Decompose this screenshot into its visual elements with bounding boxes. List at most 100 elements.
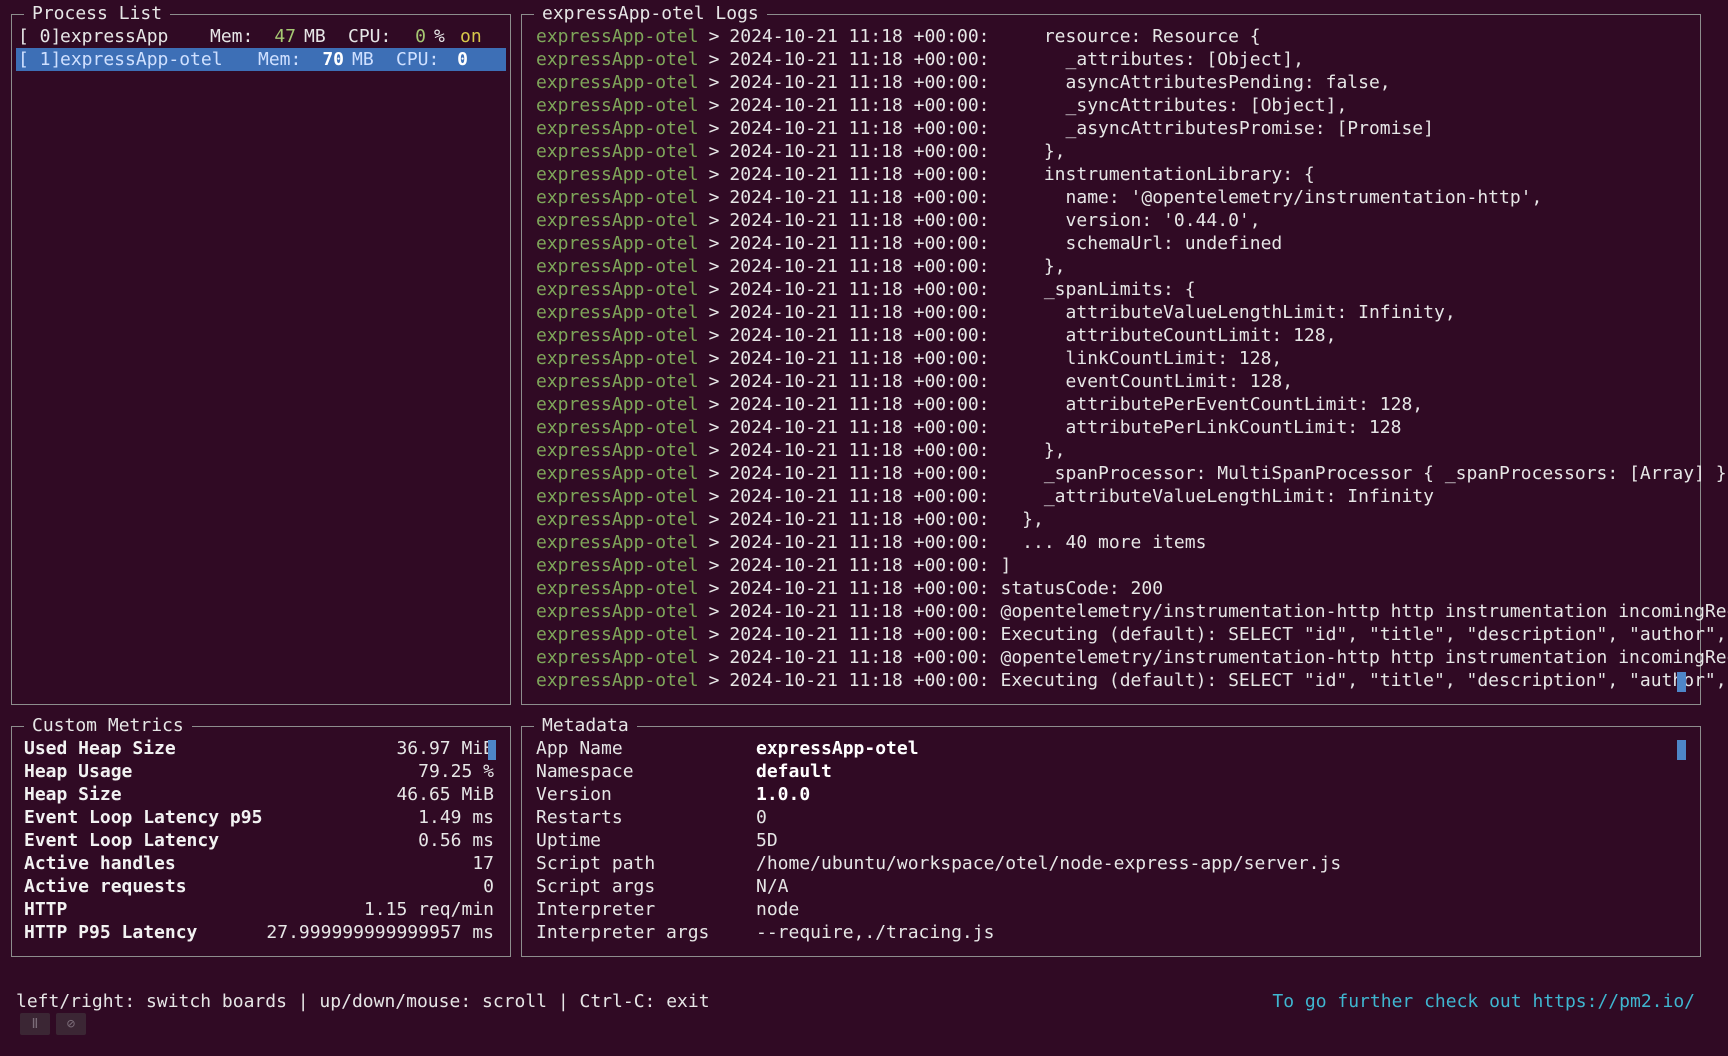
log-timestamp: 2024-10-21 11:18 +00:00: [729,509,990,530]
log-separator: > [708,256,720,277]
metadata-row: Namespace default [536,760,1686,783]
log-message: _spanProcessor: MultiSpanProcessor { _sp… [1000,463,1728,484]
log-message: schemaUrl: undefined [1000,233,1283,254]
keyboard-help: left/right: switch boards | up/down/mous… [16,991,710,1012]
log-separator: > [708,72,720,93]
cpu-unit: % [434,26,445,47]
metadata-row: App Name expressApp-otel [536,737,1686,760]
log-line: expressApp-otel >2024-10-21 11:18 +00:00:… [536,48,1686,71]
metadata-value: --require,./tracing.js [756,922,995,943]
log-app-name: expressApp-otel [536,72,699,93]
log-timestamp: 2024-10-21 11:18 +00:00: [729,440,990,461]
log-message: }, [1000,509,1044,530]
log-timestamp: 2024-10-21 11:18 +00:00: [729,164,990,185]
log-app-name: expressApp-otel [536,302,699,323]
metadata-row: Script path/home/ubuntu/workspace/otel/n… [536,852,1686,875]
log-timestamp: 2024-10-21 11:18 +00:00: [729,578,990,599]
metadata-key: Uptime [536,830,602,851]
metadata-value: node [756,899,800,920]
log-app-name: expressApp-otel [536,417,699,438]
log-separator: > [708,348,720,369]
metric-label: HTTP P95 Latency [24,922,198,943]
log-timestamp: 2024-10-21 11:18 +00:00: [729,210,990,231]
metric-row: HTTP P95 Latency 27.999999999999957 ms [24,921,494,944]
metric-label: HTTP [24,899,68,920]
mute-icon[interactable]: ⊘ [56,1013,86,1035]
metadata-title: Metadata [534,714,637,738]
metric-value: 17 [472,853,494,874]
mem-label: Mem: [210,26,254,47]
metadata-key: App Name [536,738,623,759]
custom-metrics-panel: Custom Metrics Used Heap Size 36.97 MiB He… [11,714,511,957]
log-app-name: expressApp-otel [536,509,699,530]
pm2-link[interactable]: To go further check out https://pm2.io/ [1272,990,1695,1013]
scroll-indicator[interactable] [488,740,496,760]
metric-row: Heap Size 46.65 MiB [24,783,494,806]
metric-label: Used Heap Size [24,738,176,759]
metric-list: Used Heap Size 36.97 MiB Heap Usage 79.25 %… [24,737,494,944]
log-message: ... 40 more items [1000,532,1207,553]
log-line: expressApp-otel >2024-10-21 11:18 +00:00:… [536,370,1686,393]
log-line: expressApp-otel >2024-10-21 11:18 +00:00:… [536,71,1686,94]
metadata-row: Uptime 5D [536,829,1686,852]
metric-label: Heap Usage [24,761,133,782]
log-message: name: '@opentelemetry/instrumentation-ht… [1000,187,1543,208]
log-message: eventCountLimit: 128, [1000,371,1294,392]
pause-icon[interactable]: Ⅱ [20,1013,50,1035]
log-message: }, [1000,440,1066,461]
log-message: Executing (default): SELECT "id", "title… [1000,624,1727,645]
mem-unit: MB [304,26,326,47]
log-message: resource: Resource { [1000,26,1261,47]
metric-row: Heap Usage 79.25 % [24,760,494,783]
process-index: [ 0] [18,26,62,47]
cpu-label: CPU: [396,49,440,70]
log-line: expressApp-otel >2024-10-21 11:18 +00:00:… [536,186,1686,209]
log-separator: > [708,440,720,461]
log-app-name: expressApp-otel [536,164,699,185]
log-timestamp: 2024-10-21 11:18 +00:00: [729,463,990,484]
scroll-indicator[interactable] [1677,740,1686,760]
log-app-name: expressApp-otel [536,256,699,277]
log-separator: > [708,325,720,346]
scroll-indicator[interactable] [1677,672,1686,692]
log-line: expressApp-otel >2024-10-21 11:18 +00:00:… [536,485,1686,508]
process-name: expressApp-otel [60,49,223,70]
log-separator: > [708,187,720,208]
log-separator: > [708,233,720,254]
log-line: expressApp-otel >2024-10-21 11:18 +00:00:… [536,439,1686,462]
log-line: expressApp-otel >2024-10-21 11:18 +00:00:… [536,255,1686,278]
logs-panel[interactable]: expressApp-otel Logs expressApp-otel >202… [521,2,1728,705]
metric-label: Heap Size [24,784,122,805]
metric-value: 36.97 MiB [396,738,494,759]
metric-value: 0 [483,876,494,897]
log-separator: > [708,210,720,231]
process-row[interactable]: [ 1] expressApp-otel Mem: 70 MB CPU: 0 [16,48,506,71]
log-timestamp: 2024-10-21 11:18 +00:00: [729,555,990,576]
metadata-list: App Name expressApp-otel Namespace default V… [536,737,1686,944]
process-row[interactable]: [ 0] expressApp Mem: 47 MB CPU: 0% on [16,25,506,48]
log-app-name: expressApp-otel [536,325,699,346]
log-app-name: expressApp-otel [536,532,699,553]
log-app-name: expressApp-otel [536,647,699,668]
logs-title: expressApp-otel Logs [534,2,767,26]
log-separator: > [708,118,720,139]
log-message: Executing (default): SELECT "id", "title… [1000,670,1727,691]
log-line: expressApp-otel >2024-10-21 11:18 +00:00:… [536,347,1686,370]
metadata-row: Restarts 0 [536,806,1686,829]
log-separator: > [708,670,720,691]
log-timestamp: 2024-10-21 11:18 +00:00: [729,302,990,323]
log-message: attributeValueLengthLimit: Infinity, [1000,302,1456,323]
log-line: expressApp-otel >2024-10-21 11:18 +00:00:… [536,25,1686,48]
log-app-name: expressApp-otel [536,348,699,369]
log-list[interactable]: expressApp-otel >2024-10-21 11:18 +00:00:… [536,25,1728,692]
log-separator: > [708,509,720,530]
log-timestamp: 2024-10-21 11:18 +00:00: [729,72,990,93]
metric-label: Active handles [24,853,176,874]
log-separator: > [708,578,720,599]
log-timestamp: 2024-10-21 11:18 +00:00: [729,118,990,139]
log-timestamp: 2024-10-21 11:18 +00:00: [729,670,990,691]
log-timestamp: 2024-10-21 11:18 +00:00: [729,647,990,668]
metadata-value: expressApp-otel [756,738,919,759]
log-app-name: expressApp-otel [536,187,699,208]
log-line: expressApp-otel >2024-10-21 11:18 +00:00:… [536,209,1686,232]
